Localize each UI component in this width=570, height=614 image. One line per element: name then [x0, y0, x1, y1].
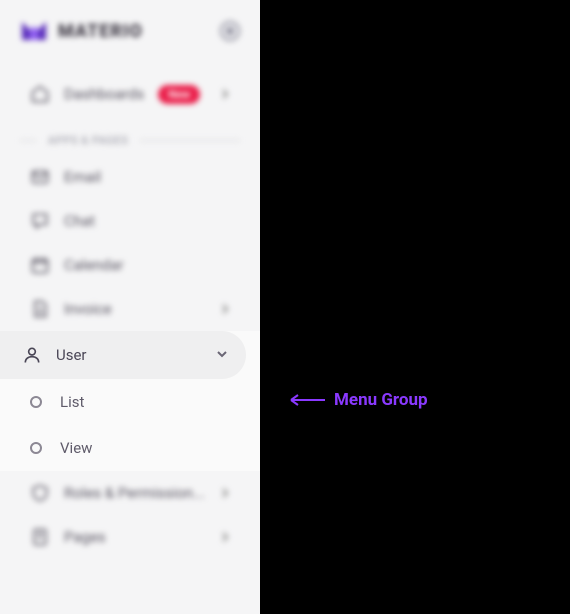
sidebar-item-label: Email — [64, 168, 101, 186]
menu-group-user: User List View — [0, 331, 260, 471]
chevron-down-icon — [216, 346, 228, 364]
sidebar-item-label: Invoice — [64, 300, 112, 318]
sidebar-item-dashboards[interactable]: Dashboards New — [20, 72, 240, 116]
sidebar-subitem-view[interactable]: View — [0, 425, 260, 471]
sidebar-item-label: Pages — [64, 528, 106, 546]
sidebar-item-label: Roles & Permission... — [64, 484, 205, 502]
chevron-right-icon — [220, 528, 230, 546]
invoice-icon — [30, 299, 50, 319]
annotation-menu-group: Menu Group — [290, 390, 428, 410]
section-header-apps: APPS & PAGES — [20, 134, 240, 147]
subitem-label: View — [60, 439, 92, 457]
sidebar-item-label: Calendar — [64, 256, 124, 274]
circle-icon — [30, 442, 42, 454]
shield-icon — [30, 483, 50, 503]
brand-logo-icon — [20, 20, 48, 42]
sidebar-item-invoice[interactable]: Invoice — [20, 287, 240, 331]
brand-name: MATERIO — [58, 21, 143, 42]
calendar-icon — [30, 255, 50, 275]
sidebar: MATERIO Dashboards New APPS & PAGES Emai… — [0, 0, 260, 614]
chevron-right-icon — [220, 484, 230, 502]
sidebar-item-user[interactable]: User — [0, 331, 246, 379]
sidebar-item-chat[interactable]: Chat — [20, 199, 240, 243]
arrow-left-icon — [290, 394, 326, 406]
circle-icon — [30, 396, 42, 408]
user-icon — [22, 345, 42, 365]
sidebar-item-email[interactable]: Email — [20, 155, 240, 199]
collapse-toggle-icon[interactable] — [220, 21, 240, 41]
sidebar-subitem-list[interactable]: List — [0, 379, 260, 425]
badge-new: New — [158, 85, 200, 104]
chevron-right-icon — [220, 300, 230, 318]
annotation-label: Menu Group — [334, 390, 428, 410]
pages-icon — [30, 527, 50, 547]
sidebar-item-label: User — [56, 346, 87, 364]
chat-icon — [30, 211, 50, 231]
subitem-label: List — [60, 393, 84, 411]
brand-header: MATERIO — [20, 20, 240, 42]
dashboards-label: Dashboards — [64, 85, 144, 103]
mail-icon — [30, 167, 50, 187]
sidebar-item-roles[interactable]: Roles & Permission... — [20, 471, 240, 515]
sidebar-item-pages[interactable]: Pages — [20, 515, 240, 559]
home-icon — [30, 84, 50, 104]
chevron-right-icon — [220, 85, 230, 103]
sidebar-item-label: Chat — [64, 212, 95, 230]
sidebar-item-calendar[interactable]: Calendar — [20, 243, 240, 287]
